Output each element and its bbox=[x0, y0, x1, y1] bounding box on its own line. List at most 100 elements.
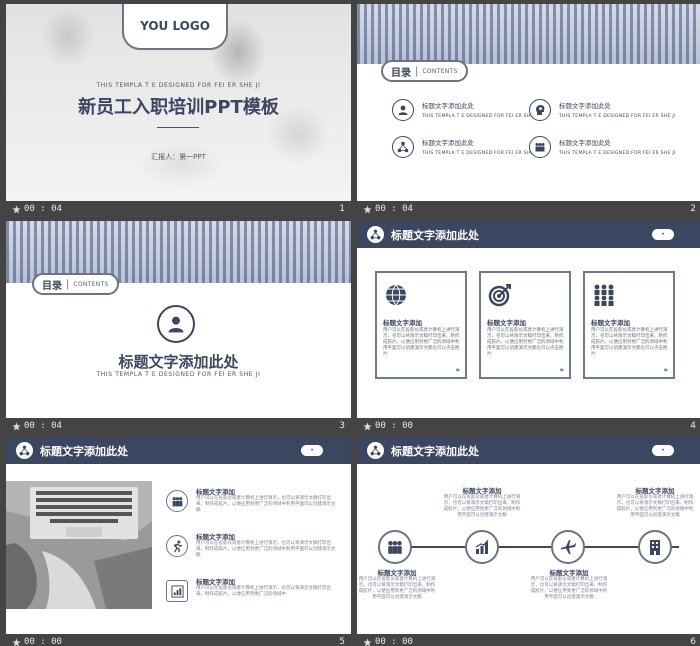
more-arrow-icon: » bbox=[455, 366, 460, 374]
user-icon bbox=[157, 305, 195, 343]
toc-item-title: 标题文字添加此处 bbox=[422, 102, 474, 110]
timeline-body: 用户可以在投影仪或者计算机上进行演示，也可以将演示文稿打印出来，制作成胶片，以便… bbox=[358, 577, 436, 600]
page-badge: • bbox=[301, 445, 323, 456]
laptop-photo bbox=[6, 481, 152, 609]
toc-item-sub: THIS TEMPLA T E DESIGNED FOR FEI ER SHE … bbox=[422, 114, 539, 119]
more-arrow-icon: » bbox=[663, 366, 668, 374]
toc-item-title: 标题文字添加此处 bbox=[422, 139, 474, 147]
slide-canvas: 标题文字添加此处 • 标题文字添加 用户可以在投影仪或者计算机上进行演示，也可以… bbox=[357, 437, 700, 634]
slide-info-bar: 00 : 00 4 bbox=[357, 418, 700, 435]
star-icon bbox=[12, 422, 21, 431]
timeline-body: 用户可以在投影仪或者计算机上进行演示，也可以将演示文稿打印出来，制作成胶片，以便… bbox=[530, 577, 608, 600]
timeline-body: 用户可以在投影仪或者计算机上进行演示，也可以将演示文稿打印出来，制作成胶片，以便… bbox=[616, 495, 694, 518]
slide-canvas: 标题文字添加此处 • 标题文字添加 用户可以在投影仪或者计算机上进行演示，也可以… bbox=[6, 437, 351, 634]
row-body: 用户可以在投影仪或者计算机上进行演示，也可以将演示文稿打印出来，制作成胶片，以便… bbox=[196, 496, 336, 513]
toc-item-title: 标题文字添加此处 bbox=[559, 102, 611, 110]
building-icon bbox=[638, 530, 672, 564]
box-body: 用户可以在投影仪或者计算机上进行演示，也可以将演示文稿打印出来，制作成胶片，以便… bbox=[383, 328, 460, 357]
more-arrow-icon: » bbox=[559, 366, 564, 374]
row-body: 用户可以在投影仪或者计算机上进行演示，也可以将演示文稿打印出来，制作成胶片，以便… bbox=[196, 586, 331, 597]
slide-number: 4 bbox=[690, 421, 696, 431]
timeline-title: 标题文字添加 bbox=[462, 487, 502, 495]
box-body: 用户可以在投影仪或者计算机上进行演示，也可以将演示文稿打印出来，制作成胶片，以便… bbox=[591, 328, 668, 357]
slide-thumbnail-6[interactable]: 标题文字添加此处 • 标题文字添加 用户可以在投影仪或者计算机上进行演示，也可以… bbox=[357, 437, 700, 646]
slide-duration: 00 : 00 bbox=[24, 637, 62, 646]
logo-text: YOU LOGO bbox=[140, 19, 210, 33]
row-title: 标题文字添加 bbox=[196, 533, 235, 541]
toc-en: CONTENTS bbox=[73, 280, 109, 288]
slide-canvas: YOU LOGO THIS TEMPLA T E DESIGNED FOR FE… bbox=[6, 4, 351, 201]
globe-icon bbox=[383, 283, 409, 307]
document-photo bbox=[357, 4, 700, 64]
star-icon bbox=[363, 422, 372, 431]
slide-duration: 00 : 04 bbox=[24, 204, 62, 214]
box-title: 标题文字添加 bbox=[591, 319, 630, 327]
star-icon bbox=[363, 638, 372, 646]
team-icon bbox=[529, 136, 551, 158]
airplane-icon bbox=[551, 530, 585, 564]
slide-title: 标题文字添加此处 bbox=[118, 353, 239, 371]
tagline: THIS TEMPLA T E DESIGNED FOR FEI ER SHE … bbox=[96, 82, 261, 89]
header-title: 标题文字添加此处 bbox=[40, 445, 128, 458]
content-box: 标题文字添加 用户可以在投影仪或者计算机上进行演示，也可以将演示文稿打印出来，制… bbox=[375, 271, 467, 379]
slide-info-bar: 00 : 00 6 bbox=[357, 634, 700, 646]
content-box: 标题文字添加 用户可以在投影仪或者计算机上进行演示，也可以将演示文稿打印出来，制… bbox=[479, 271, 571, 379]
network-icon bbox=[392, 136, 414, 158]
page-badge: • bbox=[652, 445, 674, 456]
slide-canvas: 标题文字添加此处 • 标题文字添加 用户可以在投影仪或者计算机上进行演示，也可以… bbox=[357, 221, 700, 418]
team-icon bbox=[166, 490, 188, 512]
slide-info-bar: 00 : 00 5 bbox=[6, 634, 351, 646]
slide-number: 3 bbox=[339, 421, 345, 431]
slide-number: 2 bbox=[690, 204, 696, 214]
box-title: 标题文字添加 bbox=[383, 319, 422, 327]
toc-en: CONTENTS bbox=[422, 67, 458, 75]
timeline-line bbox=[379, 546, 679, 548]
header-title: 标题文字添加此处 bbox=[391, 445, 479, 458]
logo-tab: YOU LOGO bbox=[122, 4, 228, 50]
content-box: 标题文字添加 用户可以在投影仪或者计算机上进行演示，也可以将演示文稿打印出来，制… bbox=[583, 271, 675, 379]
slide-canvas: 目录 | CONTENTS 标题文字添加此处 THIS TEMPLA T E DES… bbox=[357, 4, 700, 201]
slide-info-bar: 00 : 04 3 bbox=[6, 418, 351, 435]
slide-header: 标题文字添加此处 • bbox=[357, 437, 700, 464]
slide-thumbnail-2[interactable]: 目录 | CONTENTS 标题文字添加此处 THIS TEMPLA T E DES… bbox=[357, 4, 700, 218]
slide-info-bar: 00 : 04 2 bbox=[357, 201, 700, 218]
slide-thumbnail-4[interactable]: 标题文字添加此处 • 标题文字添加 用户可以在投影仪或者计算机上进行演示，也可以… bbox=[357, 221, 700, 435]
slide-duration: 00 : 00 bbox=[375, 421, 413, 431]
network-icon bbox=[367, 442, 384, 459]
slide-thumbnail-1[interactable]: YOU LOGO THIS TEMPLA T E DESIGNED FOR FE… bbox=[6, 4, 351, 218]
header-title: 标题文字添加此处 bbox=[391, 229, 479, 242]
team-icon bbox=[591, 283, 617, 307]
bar-chart-icon bbox=[465, 530, 499, 564]
runner-icon bbox=[166, 535, 188, 557]
row-body: 用户可以在投影仪或者计算机上进行演示，也可以将演示文稿打印出来，制作成胶片，以便… bbox=[196, 541, 336, 558]
network-icon bbox=[16, 442, 33, 459]
box-title: 标题文字添加 bbox=[487, 319, 526, 327]
reporter-text: 汇报人：第一PPT bbox=[151, 153, 206, 161]
slide-duration: 00 : 04 bbox=[24, 421, 62, 431]
user-icon bbox=[392, 99, 414, 121]
slide-canvas: 目录 | CONTENTS 标题文字添加此处 THIS TEMPLA T E DES… bbox=[6, 221, 351, 418]
timeline-title: 标题文字添加 bbox=[549, 569, 589, 577]
slide-header: 标题文字添加此处 • bbox=[6, 437, 351, 464]
row-title: 标题文字添加 bbox=[196, 578, 235, 586]
slide-thumbnail-3[interactable]: 目录 | CONTENTS 标题文字添加此处 THIS TEMPLA T E DES… bbox=[6, 221, 351, 435]
toc-item-sub: THIS TEMPLA T E DESIGNED FOR FEI ER SHE … bbox=[422, 151, 539, 156]
toc-pill: 目录 | CONTENTS bbox=[32, 273, 119, 295]
slide-number: 1 bbox=[339, 204, 345, 214]
slide-thumbnail-5[interactable]: 标题文字添加此处 • 标题文字添加 用户可以在投影仪或者计算机上进行演示，也可以… bbox=[6, 437, 351, 646]
timeline-title: 标题文字添加 bbox=[635, 487, 675, 495]
toc-label: 目录 bbox=[391, 67, 411, 79]
star-icon bbox=[12, 638, 21, 646]
target-icon bbox=[487, 283, 513, 307]
network-icon bbox=[367, 226, 384, 243]
head-gear-icon bbox=[529, 99, 551, 121]
slide-info-bar: 00 : 04 1 bbox=[6, 201, 351, 218]
slide-duration: 00 : 00 bbox=[375, 637, 413, 646]
tagline: THIS TEMPLA T E DESIGNED FOR FEI ER SHE … bbox=[96, 371, 261, 378]
chart-icon bbox=[166, 580, 188, 602]
slide-title: 新员工入职培训PPT模板 bbox=[78, 97, 279, 118]
star-icon bbox=[12, 205, 21, 214]
toc-pill: 目录 | CONTENTS bbox=[381, 60, 468, 82]
star-icon bbox=[363, 205, 372, 214]
slide-duration: 00 : 04 bbox=[375, 204, 413, 214]
